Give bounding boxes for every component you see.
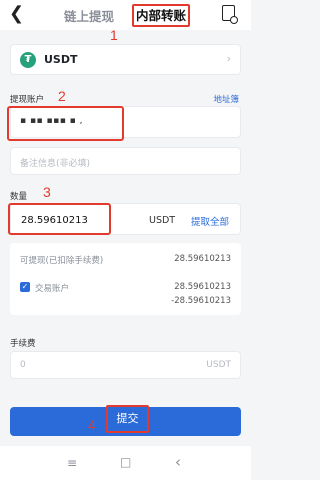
coin-name: USDT	[44, 53, 78, 66]
trade-account-checkbox[interactable]: ✓	[20, 282, 30, 292]
submit-label[interactable]: 提交	[106, 405, 149, 433]
document-search-icon[interactable]	[222, 5, 238, 24]
annotation-box-account	[7, 106, 124, 141]
back-icon[interactable]: ‹	[175, 453, 181, 471]
home-icon[interactable]: □	[120, 455, 131, 469]
chevron-left-icon[interactable]: ❮	[9, 3, 24, 25]
fee-value: 0	[20, 360, 26, 370]
trade-account-value: 28.59610213	[174, 282, 231, 292]
coin-selector[interactable]: ₮ USDT ›	[10, 44, 241, 75]
tab-onchain-withdraw[interactable]: 链上提现	[64, 6, 114, 25]
chevron-right-icon: ›	[226, 52, 231, 65]
fee-field: 0 USDT	[10, 351, 241, 379]
tab-internal-transfer[interactable]: 内部转账	[132, 4, 190, 27]
amount-label: 数量	[10, 192, 28, 202]
fee-unit: USDT	[206, 360, 231, 370]
top-bar: ❮ 链上提现 内部转账	[0, 0, 251, 30]
account-label: 提现账户	[10, 95, 45, 105]
trade-account-label: 交易账户	[35, 284, 70, 294]
annotation-box-amount	[8, 203, 111, 235]
withdrawable-label: 可提现(已扣除手续费)	[20, 256, 104, 266]
tether-icon: ₮	[20, 52, 36, 68]
trade-account-delta: -28.59610213	[171, 296, 231, 306]
balance-info: 可提现(已扣除手续费) 28.59610213 ✓ 交易账户 28.596102…	[10, 243, 241, 315]
withdrawable-value: 28.59610213	[174, 254, 231, 264]
system-nav-bar: ≡ □ ‹	[0, 446, 251, 480]
address-book-link[interactable]: 地址簿	[213, 93, 239, 105]
annotation-3: 3	[43, 184, 51, 200]
remark-input[interactable]: 备注信息(非必填)	[10, 147, 241, 175]
fee-label: 手续费	[10, 339, 36, 349]
annotation-4: 4	[88, 417, 96, 433]
menu-icon[interactable]: ≡	[67, 456, 77, 470]
annotation-1: 1	[110, 27, 118, 43]
remark-placeholder: 备注信息(非必填)	[20, 159, 91, 169]
amount-unit: USDT	[149, 215, 176, 226]
withdraw-all-button[interactable]: 提取全部	[191, 214, 229, 228]
annotation-2: 2	[58, 88, 66, 104]
